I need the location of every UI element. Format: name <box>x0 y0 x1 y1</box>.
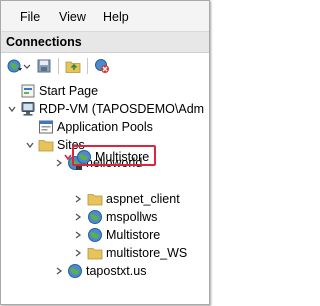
tree-item-label: mspollws <box>106 210 158 224</box>
folder-up-icon <box>65 58 81 74</box>
tree-item-label: tapostxt.us <box>86 264 147 278</box>
connections-header: Connections <box>1 32 209 53</box>
start-page-icon <box>20 83 36 99</box>
toolbar-separator <box>87 58 88 74</box>
save-icon <box>36 58 52 74</box>
tree-item-app-mspollws[interactable]: mspollws <box>87 207 157 227</box>
tree-item-site-tapostxt[interactable]: tapostxt.us <box>67 261 146 281</box>
connections-toolbar <box>1 53 209 79</box>
tree-item-label: RDP-VM (TAPOSDEMO\Adm <box>39 102 205 116</box>
site-globe-icon <box>67 263 83 279</box>
tree-item-app-pools[interactable]: Application Pools <box>38 117 153 137</box>
tree-item-label: aspnet_client <box>106 192 180 206</box>
menu-view[interactable]: View <box>59 10 86 24</box>
save-button[interactable] <box>36 58 52 74</box>
folder-icon <box>87 245 103 261</box>
toolbar-separator <box>58 58 59 74</box>
chevron-right-icon[interactable] <box>73 212 83 222</box>
connect-button[interactable] <box>7 58 31 74</box>
tree-item-label: Multistore <box>106 228 161 242</box>
application-globe-icon <box>87 227 103 243</box>
app-pools-icon <box>38 119 54 135</box>
connections-tree: Start Page RDP-VM (TAPOSDEMO\Adm Applica… <box>1 79 209 304</box>
menu-help[interactable]: Help <box>103 10 129 24</box>
selection-highlight <box>72 145 156 166</box>
chevron-down-icon[interactable] <box>23 58 31 74</box>
tree-item-folder-multistore-ws[interactable]: multistore_WS <box>87 243 187 263</box>
globe-connect-icon <box>7 58 23 74</box>
chevron-down-icon[interactable] <box>7 104 17 114</box>
up-button[interactable] <box>65 58 81 74</box>
iis-manager-window: File View Help Connections Start Page RD… <box>0 0 210 305</box>
folder-icon <box>87 191 103 207</box>
chevron-right-icon[interactable] <box>54 266 64 276</box>
menu-file[interactable]: File <box>20 10 40 24</box>
tree-item-label: Application Pools <box>57 120 153 134</box>
disconnect-icon <box>94 58 110 74</box>
chevron-down-icon[interactable] <box>25 140 35 150</box>
chevron-right-icon[interactable] <box>73 194 83 204</box>
application-globe-icon <box>87 209 103 225</box>
tree-item-app-multistore[interactable]: Multistore <box>87 225 160 245</box>
menu-bar: File View Help <box>1 1 209 32</box>
tree-item-label: Start Page <box>39 84 99 98</box>
folder-icon <box>38 137 54 153</box>
chevron-right-icon[interactable] <box>73 248 83 258</box>
tree-item-folder-aspnet-client[interactable]: aspnet_client <box>87 189 180 209</box>
server-icon <box>20 101 36 117</box>
tree-item-server[interactable]: RDP-VM (TAPOSDEMO\Adm <box>20 99 204 119</box>
disconnect-button[interactable] <box>94 58 110 74</box>
tree-item-start-page[interactable]: Start Page <box>20 81 98 101</box>
tree-item-label: multistore_WS <box>106 246 188 260</box>
chevron-right-icon[interactable] <box>73 230 83 240</box>
